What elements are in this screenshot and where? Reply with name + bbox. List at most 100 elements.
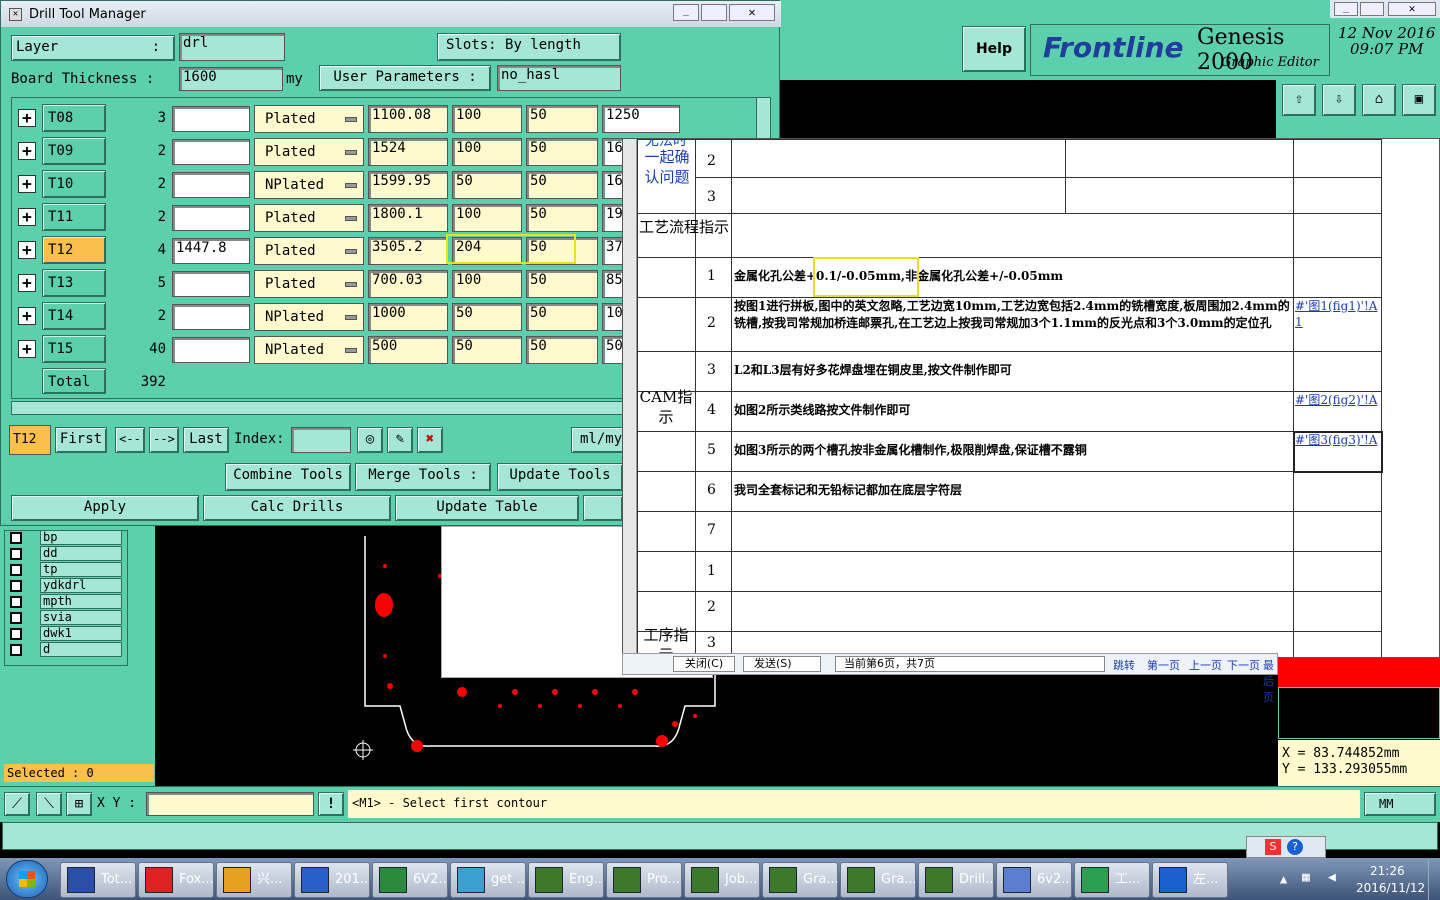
layer-item[interactable]: bp xyxy=(40,530,122,545)
first-page-link[interactable]: 第一页 xyxy=(1147,657,1180,673)
last-button[interactable]: Last xyxy=(183,427,229,453)
taskbar-item[interactable]: Job... xyxy=(684,862,760,898)
cam-row-text[interactable]: 如图3所示的两个槽孔按非金属化槽制作,极限削焊盘,保证槽不露铜 xyxy=(734,442,1290,459)
tool-name[interactable]: T15 xyxy=(42,335,106,363)
expand-row-icon[interactable]: + xyxy=(18,109,36,127)
help-icon[interactable]: ? xyxy=(1287,839,1303,855)
expand-row-icon[interactable]: + xyxy=(18,175,36,193)
prev-button[interactable]: <-- xyxy=(115,427,145,453)
layer-checkbox[interactable] xyxy=(10,628,22,640)
minimize-icon[interactable]: _ xyxy=(673,4,699,21)
xy-input[interactable] xyxy=(146,792,314,816)
plus-tolerance-input[interactable]: 100 xyxy=(452,105,522,133)
sogou-icon[interactable]: S xyxy=(1265,839,1281,855)
expand-row-icon[interactable]: + xyxy=(18,340,36,358)
cam-row-text[interactable]: 如图2所示类线路按文件制作即可 xyxy=(734,402,1290,419)
upload-icon[interactable]: ⇧ xyxy=(1282,84,1316,116)
cam-row-link[interactable]: #'图2(fig2)'!A xyxy=(1295,392,1379,430)
plating-type-select[interactable]: NPlated xyxy=(254,171,364,199)
help-button[interactable]: Help xyxy=(962,26,1026,72)
minus-tolerance-input[interactable]: 50 xyxy=(526,105,598,133)
user-parameters-button[interactable]: User Parameters : xyxy=(319,65,491,91)
combine-tools-button[interactable]: Combine Tools xyxy=(225,463,351,491)
minus-tolerance-input[interactable]: 50 xyxy=(526,270,598,298)
layer-item[interactable]: svia xyxy=(40,610,122,625)
window-icon[interactable]: ▣ xyxy=(1402,84,1436,116)
expand-row-icon[interactable]: + xyxy=(18,208,36,226)
warning-icon[interactable]: ! xyxy=(318,792,344,816)
show-desktop[interactable] xyxy=(1428,860,1440,900)
drill-size-input[interactable]: 1800.1 xyxy=(368,204,448,232)
finish-size-input[interactable] xyxy=(172,304,250,330)
taskbar-item[interactable]: Tot... xyxy=(60,862,136,898)
taskbar-item[interactable]: 工... xyxy=(1074,862,1150,898)
finish-size-input[interactable] xyxy=(172,172,250,198)
close-icon[interactable]: ✕ xyxy=(1388,2,1436,16)
next-button[interactable]: --> xyxy=(149,427,179,453)
plating-type-select[interactable]: Plated xyxy=(254,105,364,133)
layer-item[interactable]: ydkdrl xyxy=(40,578,122,593)
plating-type-select[interactable]: NPlated xyxy=(254,336,364,364)
cam-row-link[interactable]: #'图1(fig1)'!A1 xyxy=(1295,298,1379,350)
close-sheet-button[interactable]: 关闭(C) xyxy=(673,656,735,672)
layer-checkbox[interactable] xyxy=(10,596,22,608)
download-icon[interactable]: ⇩ xyxy=(1322,84,1356,116)
drill-size-input[interactable]: 1524 xyxy=(368,138,448,166)
update-table-button[interactable]: Update Table xyxy=(395,495,579,521)
minus-tolerance-input[interactable]: 50 xyxy=(526,336,598,364)
cam-row-text[interactable]: 按图1进行拼板,图中的英文忽略,工艺边宽10mm,工艺边宽包括2.4mm的铣槽宽… xyxy=(734,298,1290,332)
taskbar-item[interactable]: 兴... xyxy=(216,862,292,898)
grid-icon[interactable]: ⊞ xyxy=(66,792,92,816)
first-button[interactable]: First xyxy=(55,427,107,453)
drill-size-input[interactable]: 700.03 xyxy=(368,270,448,298)
clock-time[interactable]: 21:26 xyxy=(1370,864,1405,878)
plus-tolerance-input[interactable]: 100 xyxy=(452,270,522,298)
merge-tools-button[interactable]: Merge Tools : xyxy=(355,463,491,491)
taskbar-item[interactable]: Pro... xyxy=(606,862,682,898)
taskbar-item[interactable]: get ... xyxy=(450,862,526,898)
start-button[interactable] xyxy=(6,860,48,898)
layer-item[interactable]: tp xyxy=(40,562,122,577)
layer-item[interactable]: dd xyxy=(40,546,122,561)
cam-row-text[interactable]: L2和L3层有好多花焊盘埋在铜皮里,按文件制作即可 xyxy=(734,362,1290,379)
minus-tolerance-input[interactable]: 50 xyxy=(526,171,598,199)
clock-date[interactable]: 2016/11/12 xyxy=(1356,881,1425,895)
taskbar-item[interactable]: 6v2... xyxy=(996,862,1072,898)
expand-row-icon[interactable]: + xyxy=(18,142,36,160)
jump-link[interactable]: 跳转 xyxy=(1113,657,1135,673)
network-icon[interactable]: ▦ xyxy=(1302,870,1310,885)
taskbar-item[interactable]: Gra... xyxy=(840,862,916,898)
layer-checkbox[interactable] xyxy=(10,612,22,624)
tool-name[interactable]: T10 xyxy=(42,170,106,198)
minus-tolerance-input[interactable]: 50 xyxy=(526,303,598,331)
prev-page-link[interactable]: 上一页 xyxy=(1189,657,1222,673)
bulb-icon[interactable]: ◎ xyxy=(357,427,383,453)
slots-select[interactable]: Slots: By length xyxy=(437,33,621,61)
finish-size-input[interactable] xyxy=(172,337,250,363)
finish-size-input[interactable]: 1447.8 xyxy=(172,238,250,264)
tool-name[interactable]: T14 xyxy=(42,302,106,330)
layer-checkbox[interactable] xyxy=(10,644,22,656)
h-scrollbar[interactable] xyxy=(11,401,623,415)
tool-name[interactable]: T13 xyxy=(42,269,106,297)
plating-type-select[interactable]: Plated xyxy=(254,237,364,265)
update-tools-button[interactable]: Update Tools xyxy=(497,463,623,491)
send-button[interactable]: 发送(S) xyxy=(743,656,821,672)
last-page-link[interactable]: 最后页 xyxy=(1263,657,1277,705)
edit-icon[interactable]: ✎ xyxy=(387,427,413,453)
layer-item[interactable]: d xyxy=(40,642,122,657)
delete-icon[interactable]: ✖ xyxy=(417,427,443,453)
units-select[interactable]: MM xyxy=(1364,792,1436,816)
taskbar-item[interactable]: Drill... xyxy=(918,862,994,898)
plating-type-select[interactable]: Plated xyxy=(254,270,364,298)
taskbar-item[interactable]: 6V2... xyxy=(372,862,448,898)
tool-icon-a[interactable]: ⟋ xyxy=(4,792,30,816)
tray-chevron-icon[interactable]: ▲ xyxy=(1280,872,1287,886)
next-page-link[interactable]: 下一页 xyxy=(1227,657,1260,673)
plus-tolerance-input[interactable]: 50 xyxy=(452,171,522,199)
minimize-icon[interactable]: _ xyxy=(1334,2,1358,16)
home-icon[interactable]: ⌂ xyxy=(1362,84,1396,116)
minus-tolerance-input[interactable]: 50 xyxy=(526,138,598,166)
expand-row-icon[interactable]: + xyxy=(18,307,36,325)
layer-checkbox[interactable] xyxy=(10,564,22,576)
